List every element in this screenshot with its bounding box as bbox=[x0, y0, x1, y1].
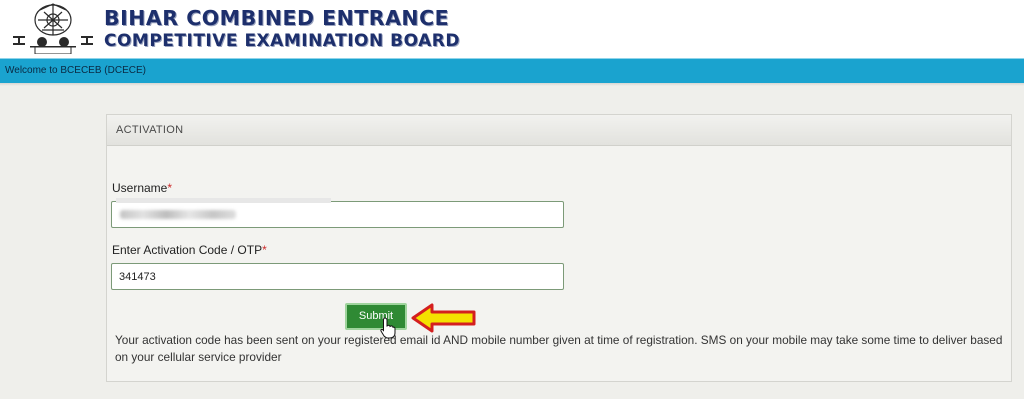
emblem-logo-icon bbox=[13, 3, 93, 54]
pointer-arrow-icon bbox=[411, 303, 476, 333]
username-label-text: Username bbox=[112, 181, 168, 195]
site-header: BIHAR COMBINED ENTRANCE COMPETITIVE EXAM… bbox=[0, 0, 1024, 58]
panel-header: ACTIVATION bbox=[107, 115, 1011, 146]
otp-value: 341473 bbox=[119, 271, 156, 283]
redaction-blur bbox=[116, 198, 331, 203]
otp-label-text: Enter Activation Code / OTP bbox=[112, 243, 263, 257]
activation-panel: ACTIVATION Username* Enter Activation Co… bbox=[106, 114, 1012, 382]
redacted-username bbox=[120, 210, 236, 219]
activation-note: Your activation code has been sent on yo… bbox=[115, 333, 1003, 364]
submit-button[interactable]: Submit bbox=[345, 303, 407, 330]
required-marker: * bbox=[167, 181, 173, 195]
required-marker: * bbox=[262, 243, 267, 257]
welcome-text: Welcome to BCECEB (DCECE) bbox=[5, 65, 146, 76]
welcome-bar: Welcome to BCECEB (DCECE) bbox=[0, 58, 1024, 83]
bar-shadow bbox=[0, 83, 1024, 86]
otp-field[interactable]: 341473 bbox=[111, 263, 564, 290]
username-label: Username* bbox=[112, 181, 172, 195]
otp-label: Enter Activation Code / OTP* bbox=[112, 243, 267, 257]
board-title-line1: BIHAR COMBINED ENTRANCE bbox=[104, 6, 450, 30]
panel-title: ACTIVATION bbox=[116, 124, 184, 136]
username-field[interactable] bbox=[111, 198, 564, 228]
board-title-line2: COMPETITIVE EXAMINATION BOARD bbox=[104, 31, 460, 51]
